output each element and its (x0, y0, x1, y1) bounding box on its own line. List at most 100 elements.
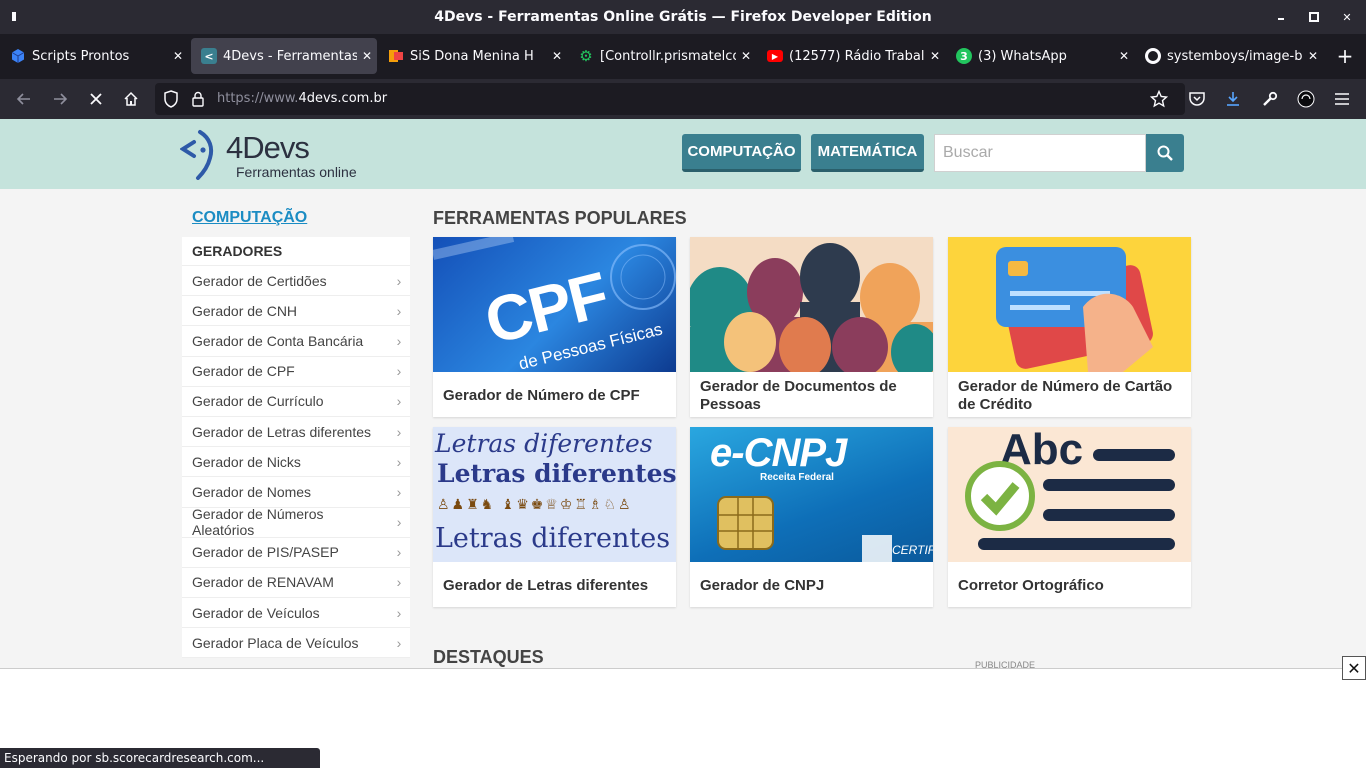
account-avatar-icon[interactable] (1292, 85, 1320, 113)
site-logo[interactable]: 4Devs Ferramentas online (180, 128, 360, 180)
close-tab-icon[interactable]: ✕ (925, 49, 945, 63)
close-tab-icon[interactable]: ✕ (736, 49, 756, 63)
maximize-button[interactable] (1297, 0, 1331, 34)
tab-whatsapp[interactable]: 3 (3) WhatsApp ✕ (946, 38, 1134, 74)
chevron-right-icon: › (396, 423, 402, 440)
sidebar-item[interactable]: Gerador de CNH › (182, 296, 410, 327)
sidebar-item[interactable]: Gerador de PIS/PASEP › (182, 538, 410, 568)
card-title: Gerador de Número de Cartão de Crédito (958, 378, 1173, 413)
ecnpj-card-image: e-CNPJ Receita Federal CERTIF (690, 427, 933, 562)
sidebar-item[interactable]: Gerador de Letras diferentes › (182, 417, 410, 448)
pocket-icon[interactable] (1183, 85, 1211, 113)
tab-label: (12577) Rádio Trabalh (789, 48, 925, 64)
letters-line: Letras diferentes (437, 459, 676, 488)
forward-arrow-icon[interactable] (46, 85, 74, 113)
tab-label: [Controllr.prismatelco (600, 48, 736, 64)
sidebar-item[interactable]: Gerador de Conta Bancária › (182, 326, 410, 357)
close-tab-icon[interactable]: ✕ (357, 49, 377, 63)
window-menu-icon[interactable] (12, 12, 16, 21)
youtube-icon: ▶ (767, 50, 783, 62)
close-tab-icon[interactable]: ✕ (168, 49, 188, 63)
sidebar-item-label: Gerador Placa de Veículos (192, 634, 359, 651)
menu-computacao-button[interactable]: COMPUTAÇÃO (682, 134, 801, 172)
tool-card-cpf[interactable]: CPF de Pessoas Físicas Gerador de Número… (433, 237, 676, 417)
chevron-right-icon: › (396, 363, 402, 380)
sidebar-item[interactable]: Gerador de CPF › (182, 357, 410, 387)
tab-github[interactable]: systemboys/image-ba ✕ (1135, 38, 1323, 74)
sidebar-item-label: Gerador de Certidões (192, 272, 327, 289)
back-arrow-icon[interactable] (10, 85, 38, 113)
credit-card-image (948, 237, 1191, 372)
sidebar-item[interactable]: Gerador de Currículo › (182, 387, 410, 417)
ecnpj-image-corner: CERTIF (892, 543, 933, 557)
whatsapp-icon: 3 (956, 48, 972, 64)
sidebar-item[interactable]: Gerador Placa de Veículos › (182, 628, 410, 659)
bookmark-star-icon[interactable] (1145, 85, 1173, 113)
tool-card-documentos[interactable]: Gerador de Documentos de Pessoas (690, 237, 933, 417)
tab-sis-dona-menina[interactable]: SiS Dona Menina H ✕ (378, 38, 567, 74)
close-tab-icon[interactable]: ✕ (1114, 49, 1134, 63)
sidebar-item[interactable]: Gerador de Veículos › (182, 598, 410, 629)
tool-card-corretor[interactable]: Abc Corretor Ortográfico (948, 427, 1191, 607)
logo-mark-icon (180, 130, 214, 180)
menu-matematica-button[interactable]: MATEMÁTICA (811, 134, 924, 172)
sidebar-item[interactable]: Gerador de Nicks › (182, 447, 410, 478)
tracking-shield-icon[interactable] (163, 90, 179, 112)
chevron-right-icon: › (396, 393, 402, 410)
sidebar-item-label: Gerador de CNH (192, 302, 298, 319)
tab-radio[interactable]: ▶ (12577) Rádio Trabalh ✕ (757, 38, 945, 74)
sidebar-item-label: Gerador de PIS/PASEP (192, 544, 339, 561)
stop-loading-icon[interactable] (82, 85, 110, 113)
emoji-letters-row: ♙♟♜♞ ♝♛♚♕♔♖♗♘♙ (437, 497, 633, 513)
sidebar-item[interactable]: Gerador de RENAVAM › (182, 568, 410, 599)
sidebar-item-label: Gerador de Nicks (192, 453, 301, 470)
search-button[interactable] (1146, 134, 1184, 172)
close-ad-button[interactable]: ✕ (1342, 656, 1366, 680)
new-tab-button[interactable]: + (1332, 44, 1358, 70)
close-window-button[interactable] (1330, 0, 1364, 34)
chevron-right-icon: › (396, 604, 402, 621)
navigation-toolbar: https://www.4devs.com.br (0, 79, 1366, 119)
tool-card-cartao[interactable]: Gerador de Número de Cartão de Crédito (948, 237, 1191, 417)
chevron-right-icon: › (396, 483, 402, 500)
tab-bar: Scripts Prontos ✕ < 4Devs - Ferramentas … (0, 34, 1366, 79)
close-tab-icon[interactable]: ✕ (547, 49, 567, 63)
hamburger-menu-icon[interactable] (1328, 85, 1356, 113)
github-icon (1145, 48, 1161, 64)
devtools-wrench-icon[interactable] (1256, 85, 1284, 113)
sidebar-item[interactable]: Gerador de Números Aleatórios › (182, 506, 410, 539)
letters-image: Letras diferentes Letras diferentes ♙♟♜♞… (433, 427, 676, 562)
site-search-input[interactable] (934, 134, 1146, 172)
card-title: Gerador de CNPJ (700, 577, 825, 594)
tab-label: Scripts Prontos (32, 48, 130, 64)
tool-card-letras[interactable]: Letras diferentes Letras diferentes ♙♟♜♞… (433, 427, 676, 607)
close-tab-icon[interactable]: ✕ (1303, 49, 1323, 63)
tab-4devs[interactable]: < 4Devs - Ferramentas O ✕ (191, 38, 377, 74)
section-title: FERRAMENTAS POPULARES (433, 208, 687, 228)
tab-controllr[interactable]: ⚙ [Controllr.prismatelco ✕ (568, 38, 756, 74)
home-icon[interactable] (117, 85, 145, 113)
sidebar-category-link[interactable]: COMPUTAÇÃO (192, 209, 307, 227)
chevron-right-icon: › (396, 514, 402, 531)
tool-card-cnpj[interactable]: e-CNPJ Receita Federal CERTIF Gerador de… (690, 427, 933, 607)
lock-icon[interactable] (191, 91, 205, 111)
status-bar: Esperando por sb.scorecardresearch.com..… (0, 748, 320, 768)
downloads-icon[interactable] (1219, 85, 1247, 113)
chevron-right-icon: › (396, 544, 402, 561)
window-title: 4Devs - Ferramentas Online Grátis — Fire… (434, 9, 932, 25)
minimize-button[interactable] (1264, 0, 1298, 34)
chevron-right-icon: › (396, 332, 402, 349)
sidebar-menu: GERADORES Gerador de Certidões › Gerador … (182, 237, 410, 659)
sidebar-item-label: Gerador de CPF (192, 363, 295, 380)
chevron-right-icon: › (396, 453, 402, 470)
tab-scripts-prontos[interactable]: Scripts Prontos ✕ (0, 38, 188, 74)
search-icon (1157, 145, 1173, 161)
sidebar-item[interactable]: Gerador de Nomes › (182, 477, 410, 508)
letters-line: Letras diferentes (435, 429, 653, 458)
sidebar-item[interactable]: Gerador de Certidões › (182, 266, 410, 297)
sidebar-item-label: Gerador de Números Aleatórios (192, 506, 324, 539)
chevron-right-icon: › (396, 634, 402, 651)
people-silhouettes-image (690, 237, 933, 372)
address-bar[interactable]: https://www.4devs.com.br (155, 83, 1185, 115)
chevron-right-icon: › (396, 272, 402, 289)
